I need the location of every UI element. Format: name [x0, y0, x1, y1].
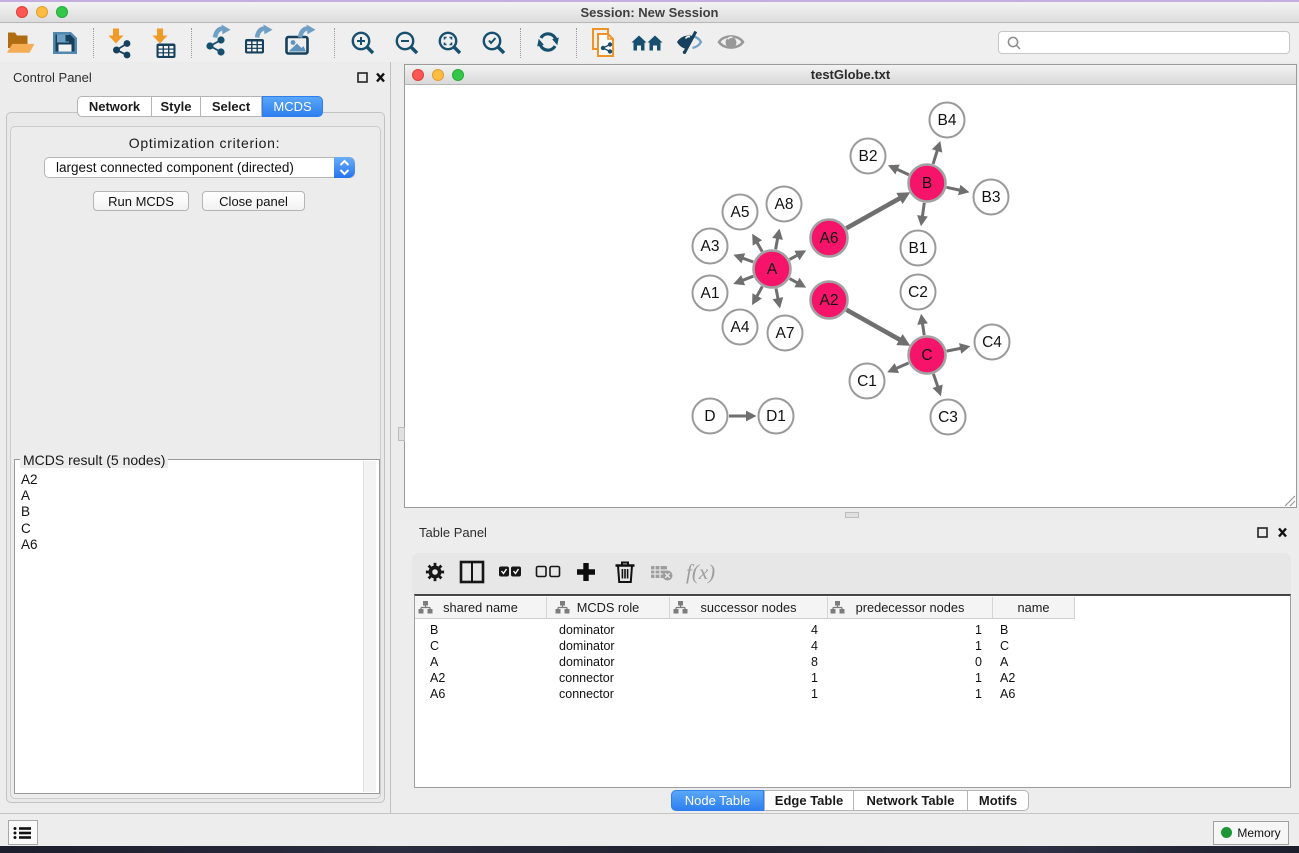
- svg-text:A8: A8: [775, 196, 794, 213]
- svg-text:A1: A1: [701, 285, 720, 302]
- svg-text:B: B: [922, 175, 932, 192]
- svg-text:A2: A2: [820, 292, 839, 309]
- svg-text:A4: A4: [731, 319, 750, 336]
- svg-text:A3: A3: [701, 238, 720, 255]
- svg-text:A7: A7: [776, 325, 795, 342]
- svg-text:D1: D1: [766, 408, 786, 425]
- svg-text:C2: C2: [908, 284, 928, 301]
- svg-text:A5: A5: [731, 204, 750, 221]
- svg-text:A6: A6: [820, 230, 839, 247]
- svg-text:B2: B2: [859, 148, 878, 165]
- svg-text:A: A: [767, 261, 778, 278]
- svg-text:C: C: [921, 347, 932, 364]
- svg-text:B3: B3: [982, 189, 1001, 206]
- svg-text:B1: B1: [909, 240, 928, 257]
- svg-text:f(x): f(x): [686, 560, 715, 584]
- svg-text:C1: C1: [857, 373, 877, 390]
- svg-text:C3: C3: [938, 409, 958, 426]
- svg-text:D: D: [704, 408, 715, 425]
- svg-text:C4: C4: [982, 334, 1002, 351]
- svg-text:B4: B4: [938, 112, 957, 129]
